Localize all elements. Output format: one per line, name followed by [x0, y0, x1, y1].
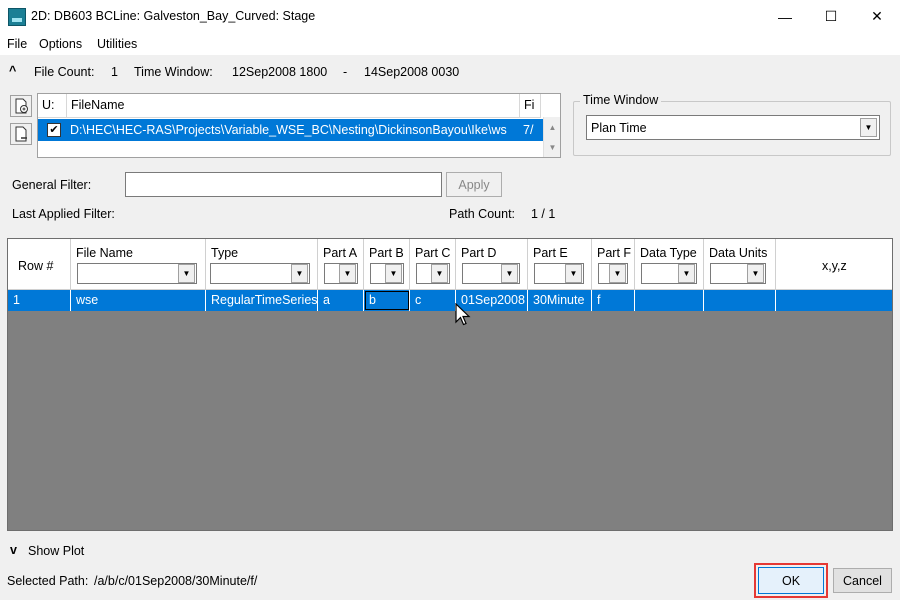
part-a-filter-dropdown[interactable]: ▼: [324, 263, 358, 284]
show-plot-toggle[interactable]: Show Plot: [28, 544, 84, 558]
chevron-down-icon: ▼: [747, 264, 764, 283]
cell-data-units[interactable]: [704, 290, 776, 311]
table-row[interactable]: 1 wse RegularTimeSeries a b c 01Sep2008 …: [8, 290, 892, 311]
type-filter-dropdown[interactable]: ▼: [210, 263, 310, 284]
add-file-button[interactable]: [10, 95, 32, 117]
grid-header-part-f[interactable]: Part F ▼: [592, 239, 635, 290]
part-b-filter-dropdown[interactable]: ▼: [370, 263, 404, 284]
menu-bar: File Options Utilities: [0, 33, 900, 55]
part-e-filter-dropdown[interactable]: ▼: [534, 263, 584, 284]
grid-header-type[interactable]: Type ▼: [206, 239, 318, 290]
path-count-value: 1 / 1: [531, 207, 556, 221]
file-row-fi: 7/: [523, 123, 534, 137]
chevron-down-icon: ▼: [385, 264, 402, 283]
grid-header-data-type[interactable]: Data Type ▼: [635, 239, 704, 290]
scroll-up-icon[interactable]: ▲: [544, 119, 561, 136]
part-d-filter-dropdown[interactable]: ▼: [462, 263, 520, 284]
part-c-filter-dropdown[interactable]: ▼: [416, 263, 450, 284]
time-window-select[interactable]: Plan Time ▼: [586, 115, 880, 140]
close-button[interactable]: ✕: [854, 0, 900, 33]
grid-header-part-e[interactable]: Part E ▼: [528, 239, 592, 290]
chevron-down-icon: ▼: [339, 264, 356, 283]
chevron-down-icon: ▼: [501, 264, 518, 283]
chevron-down-icon: ▼: [609, 264, 626, 283]
cell-xyz[interactable]: [776, 290, 892, 311]
grid-header-part-c[interactable]: Part C ▼: [410, 239, 456, 290]
mouse-pointer-icon: [455, 303, 471, 326]
selected-path-value: /a/b/c/01Sep2008/30Minute/f/: [94, 574, 258, 588]
chevron-down-icon: ▼: [178, 264, 195, 283]
collapse-icon[interactable]: ^: [9, 64, 16, 78]
cell-type[interactable]: RegularTimeSeries: [206, 290, 318, 311]
remove-file-button[interactable]: [10, 123, 32, 145]
chevron-down-icon[interactable]: ▼: [860, 118, 877, 137]
grid-header-file-name[interactable]: File Name ▼: [71, 239, 206, 290]
chevron-down-icon: ▼: [565, 264, 582, 283]
cell-data-type[interactable]: [635, 290, 704, 311]
scroll-down-icon[interactable]: ▼: [544, 139, 561, 156]
apply-button[interactable]: Apply: [446, 172, 502, 197]
path-grid[interactable]: Row # File Name ▼ Type ▼ Part A ▼ Part B…: [7, 238, 893, 531]
window-title: 2D: DB603 BCLine: Galveston_Bay_Curved: …: [31, 9, 316, 23]
file-count-label: File Count:: [34, 65, 95, 79]
file-table: U: FileName Fi ✔ D:\HEC\HEC-RAS\Projects…: [37, 93, 561, 158]
grid-header-data-units[interactable]: Data Units ▼: [704, 239, 776, 290]
cell-part-e[interactable]: 30Minute: [528, 290, 592, 311]
add-file-icon: [15, 98, 28, 114]
ok-button[interactable]: OK: [758, 567, 824, 594]
file-count-value: 1: [111, 65, 118, 79]
file-row-filename: D:\HEC\HEC-RAS\Projects\Variable_WSE_BC\…: [70, 123, 507, 137]
cell-part-a[interactable]: a: [318, 290, 364, 311]
cell-part-f[interactable]: f: [592, 290, 635, 311]
file-name-filter-dropdown[interactable]: ▼: [77, 263, 197, 284]
chevron-down-icon: ▼: [678, 264, 695, 283]
cell-row-number[interactable]: 1: [8, 290, 71, 311]
data-type-filter-dropdown[interactable]: ▼: [641, 263, 697, 284]
cell-file-name[interactable]: wse: [71, 290, 206, 311]
menu-file[interactable]: File: [7, 37, 27, 51]
chevron-down-icon: ▼: [291, 264, 308, 283]
grid-header: Row # File Name ▼ Type ▼ Part A ▼ Part B…: [8, 239, 892, 290]
expand-icon[interactable]: v: [10, 543, 17, 557]
time-window-selected: Plan Time: [591, 121, 647, 135]
grid-header-part-a[interactable]: Part A ▼: [318, 239, 364, 290]
general-filter-input[interactable]: [125, 172, 442, 197]
menu-options[interactable]: Options: [39, 37, 82, 51]
title-bar: 2D: DB603 BCLine: Galveston_Bay_Curved: …: [0, 0, 900, 33]
cell-part-b[interactable]: b: [364, 290, 410, 311]
remove-file-icon: [15, 126, 27, 142]
time-window-caption: Time Window: [580, 93, 662, 107]
app-icon: [8, 8, 26, 26]
menu-utilities[interactable]: Utilities: [97, 37, 137, 51]
file-table-header-fi[interactable]: Fi: [520, 94, 541, 118]
file-table-row[interactable]: ✔ D:\HEC\HEC-RAS\Projects\Variable_WSE_B…: [38, 119, 558, 141]
grid-header-part-b[interactable]: Part B ▼: [364, 239, 410, 290]
grid-header-row-number[interactable]: Row #: [8, 239, 71, 290]
selected-path-label: Selected Path:: [7, 574, 89, 588]
time-window-start: 12Sep2008 1800: [232, 65, 328, 79]
minimize-button[interactable]: —: [762, 0, 808, 33]
cell-part-c[interactable]: c: [410, 290, 456, 311]
file-table-header-filename[interactable]: FileName: [67, 94, 520, 118]
time-window-dash: -: [343, 65, 348, 79]
time-window-end: 14Sep2008 0030: [364, 65, 460, 79]
part-f-filter-dropdown[interactable]: ▼: [598, 263, 628, 284]
path-count-label: Path Count:: [449, 207, 516, 221]
chevron-down-icon: ▼: [431, 264, 448, 283]
time-window-label: Time Window:: [134, 65, 213, 79]
maximize-button[interactable]: ☐: [808, 0, 854, 33]
file-table-header-use[interactable]: U:: [38, 94, 67, 118]
data-units-filter-dropdown[interactable]: ▼: [710, 263, 766, 284]
last-applied-filter-label: Last Applied Filter:: [12, 207, 115, 221]
cancel-button[interactable]: Cancel: [833, 568, 892, 593]
general-filter-label: General Filter:: [12, 178, 92, 192]
file-use-checkbox[interactable]: ✔: [47, 123, 61, 137]
grid-header-part-d[interactable]: Part D ▼: [456, 239, 528, 290]
file-table-scrollbar[interactable]: ▲ ▼: [543, 117, 560, 157]
grid-header-xyz[interactable]: x,y,z: [776, 239, 892, 290]
